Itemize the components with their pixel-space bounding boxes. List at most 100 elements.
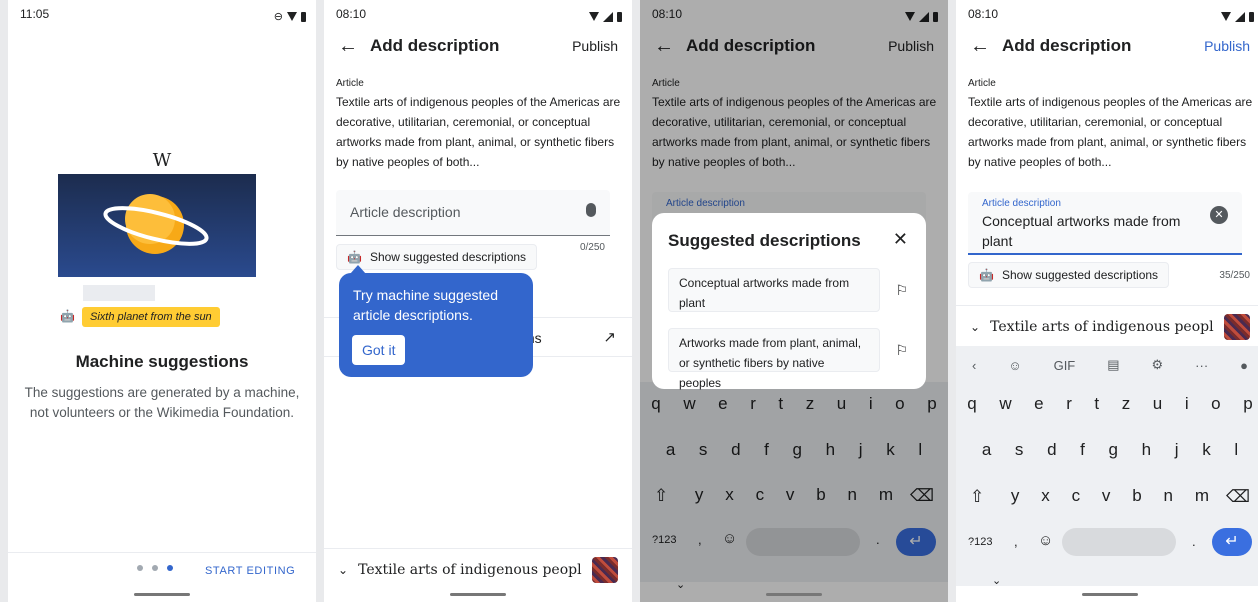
external-link-icon: ↗ [603, 329, 616, 346]
key[interactable]: n [1164, 486, 1173, 506]
status-bar: 11:05 ⊖ [8, 0, 316, 26]
key[interactable]: u [1153, 394, 1162, 414]
key[interactable]: p [1243, 394, 1252, 414]
key[interactable]: s [1015, 440, 1024, 460]
article-title: Textile arts of indigenous peopl... [358, 561, 582, 578]
close-icon[interactable]: ✕ [893, 229, 908, 250]
page-title: Machine suggestions [75, 352, 249, 371]
keyboard-row-1: qwertzuiop [956, 394, 1258, 414]
key[interactable]: q [967, 394, 976, 414]
article-footer[interactable]: ⌄ Textile arts of indigenous peopl... [324, 548, 632, 590]
clear-icon[interactable]: ✕ [1210, 206, 1228, 224]
article-label: Article [968, 78, 996, 89]
key[interactable]: a [982, 440, 991, 460]
page-indicator [137, 565, 173, 571]
key[interactable]: i [1185, 394, 1189, 414]
home-indicator[interactable] [766, 593, 822, 596]
key[interactable]: f [1080, 440, 1085, 460]
more-icon[interactable]: ··· [1195, 358, 1208, 373]
page-dot [137, 565, 143, 571]
flag-icon[interactable]: ⚐ [895, 342, 908, 359]
input-label: Article description [982, 198, 1061, 209]
screenshot-strip: 11:05 ⊖ W 🤖 Sixth planet from the sun Ma… [0, 0, 1258, 602]
home-indicator[interactable] [1082, 593, 1138, 596]
battery-icon [1249, 11, 1254, 22]
symbols-key[interactable]: ?123 [968, 536, 992, 548]
home-indicator[interactable] [450, 593, 506, 596]
key[interactable]: l [1234, 440, 1238, 460]
keyboard: ‹ ☺ GIF ▤ ⚙ ··· ● q w e r t z u i o p a s d f g h j k l y… [956, 346, 1258, 587]
show-suggestions-button[interactable]: 🤖 Show suggested descriptions [968, 262, 1170, 288]
home-indicator[interactable] [134, 593, 190, 596]
key[interactable]: c [1072, 486, 1081, 506]
chevron-left-icon[interactable]: ‹ [972, 358, 976, 373]
key[interactable]: d [1047, 440, 1056, 460]
status-time: 11:05 [20, 7, 50, 21]
signal-icon [1235, 11, 1245, 22]
chevron-down-icon[interactable]: ⌄ [992, 574, 1001, 587]
planet-illustration [58, 174, 256, 277]
article-footer[interactable]: ⌄ Textile arts of indigenous peopl... [956, 305, 1258, 347]
key[interactable]: j [1175, 440, 1179, 460]
key[interactable]: b [1132, 486, 1141, 506]
wifi-icon [287, 12, 297, 21]
status-time: 08:10 [336, 7, 367, 21]
start-editing-button[interactable]: START EDITING [205, 565, 295, 577]
got-it-button[interactable]: Got it [352, 335, 406, 365]
article-thumbnail [592, 556, 618, 583]
key[interactable]: k [1202, 440, 1211, 460]
key[interactable]: y [1011, 486, 1020, 506]
back-arrow-icon[interactable]: ← [338, 35, 370, 58]
key[interactable]: o [1211, 394, 1220, 414]
dnd-icon: ⊖ [273, 11, 283, 23]
key[interactable]: w [999, 394, 1011, 414]
suggestion-item[interactable]: Conceptual artworks made from plant [668, 268, 880, 312]
clipboard-icon[interactable]: ▤ [1107, 357, 1119, 373]
publish-button[interactable]: Publish [572, 38, 618, 54]
onboarding-tooltip: Try machine suggested article descriptio… [339, 273, 533, 377]
key[interactable]: r [1066, 394, 1072, 414]
period-key[interactable]: . [1192, 534, 1196, 549]
robot-icon: 🤖 [979, 268, 994, 282]
article-extract: Textile arts of indigenous peoples of th… [336, 95, 621, 169]
gif-button[interactable]: GIF [1054, 358, 1076, 373]
onboarding-screen: 11:05 ⊖ W 🤖 Sixth planet from the sun Ma… [8, 0, 316, 602]
microphone-icon[interactable] [586, 203, 596, 217]
description-input[interactable]: Article description Conceptual artworks … [968, 192, 1242, 255]
key[interactable]: g [1109, 440, 1118, 460]
show-suggestions-button[interactable]: 🤖 Show suggested descriptions [336, 244, 538, 270]
suggestion-item[interactable]: Artworks made from plant, animal, or syn… [668, 328, 880, 390]
input-value: Conceptual artworks made from plant [982, 213, 1181, 249]
key[interactable]: e [1034, 394, 1043, 414]
status-bar: 08:10 [956, 0, 1258, 26]
char-counter: 0/250 [579, 242, 605, 253]
add-description-screen-filled: 08:10 ← Add description Publish Article … [956, 0, 1258, 602]
enter-key[interactable]: ↵ [1212, 528, 1252, 556]
app-bar: ← Add description Publish [956, 32, 1258, 60]
publish-button[interactable]: Publish [1204, 38, 1250, 54]
key[interactable]: z [1122, 394, 1131, 414]
back-arrow-icon[interactable]: ← [970, 35, 1002, 58]
flag-icon[interactable]: ⚐ [895, 282, 908, 299]
key[interactable]: m [1195, 486, 1209, 506]
comma-key[interactable]: , [1014, 534, 1018, 549]
page-description: The suggestions are generated by a machi… [24, 385, 300, 420]
key[interactable]: t [1094, 394, 1099, 414]
space-bar[interactable] [1062, 528, 1176, 556]
key[interactable]: h [1142, 440, 1151, 460]
key[interactable]: v [1102, 486, 1111, 506]
sticker-icon[interactable]: ☺ [1008, 358, 1021, 373]
page-dot-active [167, 565, 173, 571]
key[interactable]: x [1041, 486, 1050, 506]
input-placeholder: Article description [350, 204, 461, 220]
show-suggestions-label: Show suggested descriptions [1001, 268, 1159, 282]
page-dot [152, 565, 158, 571]
description-input[interactable]: Article description [336, 190, 610, 236]
shift-icon[interactable]: ⇧ [970, 487, 984, 507]
backspace-icon[interactable]: ⌫ [1226, 487, 1250, 507]
screen-title: Add description [370, 36, 500, 55]
battery-icon [617, 11, 622, 22]
gear-icon[interactable]: ⚙ [1152, 357, 1164, 373]
emoji-icon[interactable]: ☺ [1038, 532, 1053, 549]
microphone-icon[interactable]: ● [1240, 358, 1248, 373]
